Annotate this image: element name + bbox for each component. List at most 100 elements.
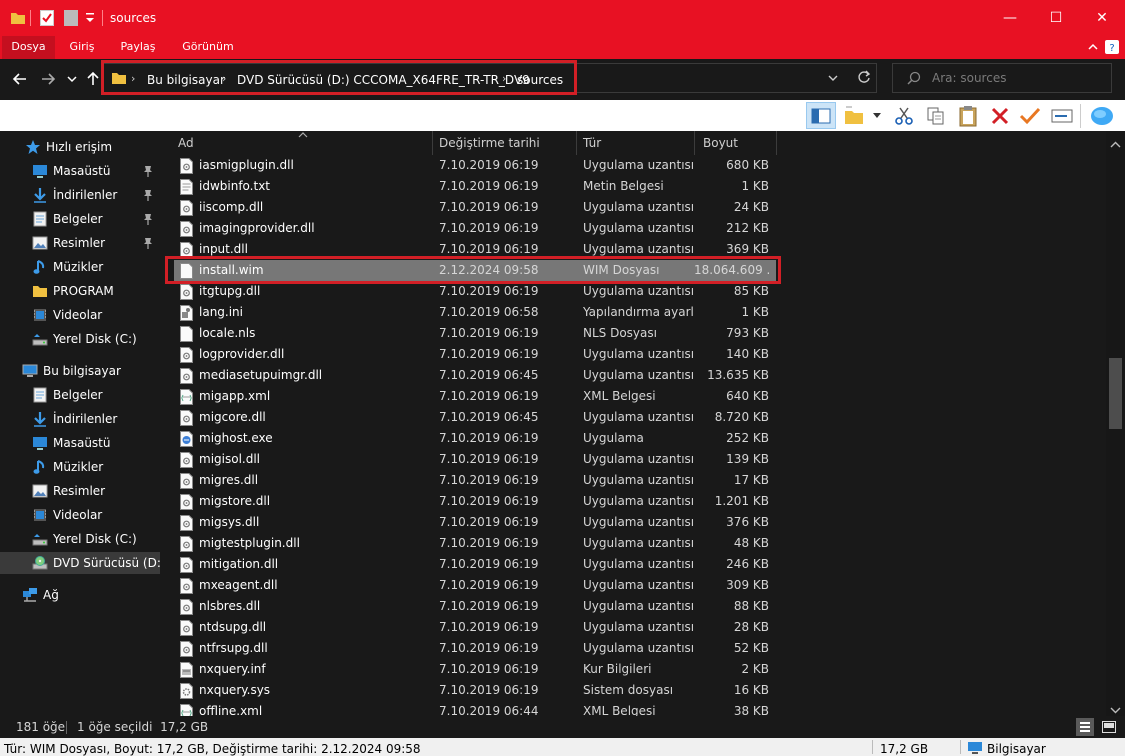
chevron-up-icon[interactable] [1085,39,1101,55]
properties-icon[interactable] [40,9,54,27]
file-row[interactable]: migsys.dll 7.10.2019 06:19 Uygulama uzantı… [174,512,776,533]
cut-button[interactable] [892,104,916,128]
music-icon [32,259,48,275]
column-separator[interactable] [576,131,577,155]
new-folder-icon[interactable] [64,9,78,27]
file-row[interactable]: logprovider.dll 7.10.2019 06:19 Uygulama u… [174,344,776,365]
maximize-button[interactable]: ☐ [1033,0,1079,36]
new-folder-button[interactable] [842,104,866,128]
nav-item[interactable]: Ağ [0,584,160,606]
file-row[interactable]: migisol.dll 7.10.2019 06:19 Uygulama uzant… [174,449,776,470]
file-type: XML Belgesi [583,389,656,403]
tab-home[interactable]: Giriş [58,36,106,59]
nav-item[interactable]: Belgeler [0,208,160,230]
column-separator[interactable] [694,131,695,155]
scroll-up-icon[interactable] [1110,137,1121,151]
nav-item[interactable]: Masaüstü [0,432,160,454]
file-row[interactable]: mitigation.dll 7.10.2019 06:19 Uygulama uz… [174,554,776,575]
help-icon[interactable]: ? [1104,39,1120,55]
column-header-name[interactable]: Ad [178,131,194,155]
copy-button[interactable] [924,104,948,128]
column-separator[interactable] [776,131,777,155]
nav-item[interactable]: İndirilenler [0,184,160,206]
file-row[interactable]: lang.ini 7.10.2019 06:58 Yapılandırma ayar… [174,302,776,323]
file-row[interactable]: itgtupg.dll 7.10.2019 06:19 Uygulama uzant… [174,281,776,302]
file-row[interactable]: locale.nls 7.10.2019 06:19 NLS Dosyası 793 … [174,323,776,344]
video-icon [32,307,48,323]
file-row[interactable]: nlsbres.dll 7.10.2019 06:19 Uygulama uzant… [174,596,776,617]
nav-item[interactable]: Resimler [0,232,160,254]
recent-locations-button[interactable] [64,69,80,89]
properties-button[interactable] [1018,104,1042,128]
file-row[interactable]: mxeagent.dll 7.10.2019 06:19 Uygulama uzan… [174,575,776,596]
file-row[interactable]: mediasetupuimgr.dll 7.10.2019 06:45 Uygula… [174,365,776,386]
share-button[interactable] [1090,104,1114,128]
nav-item[interactable]: Masaüstü [0,160,160,182]
large-icons-view-button[interactable] [1100,718,1118,736]
nav-item[interactable]: Resimler [0,480,160,502]
tab-file[interactable]: Dosya [2,36,55,59]
file-row[interactable]: nxquery.sys 7.10.2019 06:19 Sistem dosyası… [174,680,776,701]
delete-button[interactable] [988,104,1012,128]
nav-item[interactable]: Hızlı erişim [0,136,160,158]
nav-item[interactable]: DVD Sürücüsü (D:) C [0,552,160,574]
document-icon [32,387,48,403]
nav-item[interactable]: Yerel Disk (C:) [0,328,160,350]
nav-item[interactable]: Videolar [0,304,160,326]
nav-item[interactable]: Videolar [0,504,160,526]
column-header-date[interactable]: Değiştirme tarihi [439,131,540,155]
nav-item[interactable]: Belgeler [0,384,160,406]
file-row[interactable]: ntfrsupg.dll 7.10.2019 06:19 Uygulama uzan… [174,638,776,659]
column-header-type[interactable]: Tür [583,131,601,155]
file-size: 52 KB [733,641,769,655]
column-separator[interactable] [432,131,433,155]
scroll-down-icon[interactable] [1110,703,1121,717]
file-row[interactable]: imagingprovider.dll 7.10.2019 06:19 Uygula… [174,218,776,239]
paste-button[interactable] [956,104,980,128]
address-history-dropdown[interactable] [827,72,839,87]
minimize-button[interactable]: — [987,0,1033,36]
nav-item[interactable]: Bu bilgisayar [0,360,160,382]
column-header-size[interactable]: Boyut [703,131,738,155]
customize-quick-access-icon[interactable] [84,9,96,27]
tab-view[interactable]: Görünüm [172,36,244,59]
scrollbar-thumb[interactable] [1109,358,1122,429]
search-input[interactable]: Ara: sources [892,63,1112,93]
nav-item[interactable]: İndirilenler [0,408,160,430]
chevron-down-icon [873,113,881,118]
up-button[interactable] [84,69,102,89]
new-folder-dropdown[interactable] [870,104,884,128]
rename-button[interactable] [1050,104,1074,128]
vertical-scrollbar[interactable] [1106,131,1125,716]
file-row[interactable]: idwbinfo.txt 7.10.2019 06:19 Metin Belgesi… [174,176,776,197]
file-row[interactable]: migtestplugin.dll 7.10.2019 06:19 Uygulama… [174,533,776,554]
close-button[interactable]: ✕ [1079,0,1125,36]
file-size: 369 KB [726,242,769,256]
details-view-button[interactable] [1076,718,1094,736]
nav-item[interactable]: PROGRAM [0,280,160,302]
file-row[interactable]: migcore.dll 7.10.2019 06:45 Uygulama uzant… [174,407,776,428]
file-row[interactable]: offline.xml 7.10.2019 06:44 XML Belgesi 38 … [174,701,776,716]
nav-item[interactable]: Müzikler [0,256,160,278]
back-button[interactable] [10,69,30,89]
file-row[interactable]: iiscomp.dll 7.10.2019 06:19 Uygulama uzant… [174,197,776,218]
file-row[interactable]: migstore.dll 7.10.2019 06:19 Uygulama uzan… [174,491,776,512]
file-type: NLS Dosyası [583,326,657,340]
file-row[interactable]: nxquery.inf 7.10.2019 06:19 Kur Bilgileri 2… [174,659,776,680]
forward-button[interactable] [38,69,58,89]
tab-share[interactable]: Paylaş [112,36,164,59]
navigation-pane-button[interactable] [806,102,836,129]
file-row[interactable]: iasmigplugin.dll 7.10.2019 06:19 Uygulama … [174,155,776,176]
refresh-button[interactable] [857,70,871,87]
divider [872,740,873,754]
nav-item[interactable]: Müzikler [0,456,160,478]
svg-text:?: ? [1109,43,1114,54]
file-row[interactable]: ntdsupg.dll 7.10.2019 06:19 Uygulama uzant… [174,617,776,638]
file-list: Ad Değiştirme tarihi Tür Boyut iasmigplu… [160,131,1106,716]
file-row[interactable]: migapp.xml 7.10.2019 06:19 XML Belgesi 640 … [174,386,776,407]
nav-item[interactable]: Yerel Disk (C:) [0,528,160,550]
file-row[interactable]: mighost.exe 7.10.2019 06:19 Uygulama 252 KB [174,428,776,449]
music-icon [32,459,48,475]
folder-icon [32,283,48,299]
file-row[interactable]: migres.dll 7.10.2019 06:19 Uygulama uzantı… [174,470,776,491]
